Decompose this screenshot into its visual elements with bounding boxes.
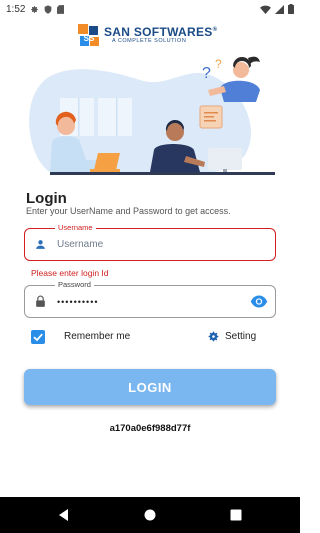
login-title: Login	[26, 190, 67, 207]
shield-icon	[45, 4, 52, 14]
password-field[interactable]: Password	[24, 280, 276, 318]
lock-icon	[36, 295, 45, 307]
login-button[interactable]: LOGIN	[24, 369, 276, 405]
remember-me-checkbox[interactable]	[31, 330, 45, 344]
password-input[interactable]	[57, 286, 247, 317]
username-field[interactable]: Username	[24, 223, 276, 261]
remember-me-label[interactable]: Remember me	[64, 331, 130, 342]
company-logo: SS SAN SOFTWARES® A COMPLETE SOLUTION	[78, 24, 228, 48]
signal-icon	[275, 4, 284, 14]
gear-icon	[208, 331, 219, 342]
svg-text:?: ?	[202, 65, 211, 82]
username-input[interactable]	[57, 229, 247, 260]
svg-text:?: ?	[215, 57, 222, 71]
login-screen: 1:52 SS SAN SOFTWARES® A COMPLETE SOLUTI…	[0, 0, 300, 533]
device-id: a170a0e6f988d77f	[109, 423, 191, 434]
eye-icon[interactable]	[250, 294, 268, 309]
setting-button[interactable]: Setting	[207, 330, 256, 343]
check-icon	[33, 333, 43, 342]
sd-card-icon	[57, 4, 65, 14]
battery-icon	[288, 4, 294, 14]
logo-subtitle: A COMPLETE SOLUTION	[112, 38, 187, 44]
username-error: Please enter login Id	[31, 268, 109, 278]
status-bar: 1:52	[0, 0, 300, 18]
back-icon[interactable]	[55, 506, 73, 524]
logo-mark-icon: SS	[78, 24, 99, 46]
setting-label: Setting	[225, 331, 257, 342]
logo-title: SAN SOFTWARES®	[104, 25, 218, 39]
support-illustration: ? ?	[29, 56, 275, 175]
svg-text:SS: SS	[84, 34, 95, 43]
recents-icon[interactable]	[227, 506, 245, 524]
status-time: 1:52	[6, 3, 26, 15]
wifi-icon	[260, 5, 271, 14]
person-icon	[36, 240, 45, 249]
settings-icon	[31, 5, 39, 13]
login-subtitle: Enter your UserName and Password to get …	[26, 206, 231, 216]
navigation-bar	[0, 497, 300, 533]
home-icon[interactable]	[141, 506, 159, 524]
